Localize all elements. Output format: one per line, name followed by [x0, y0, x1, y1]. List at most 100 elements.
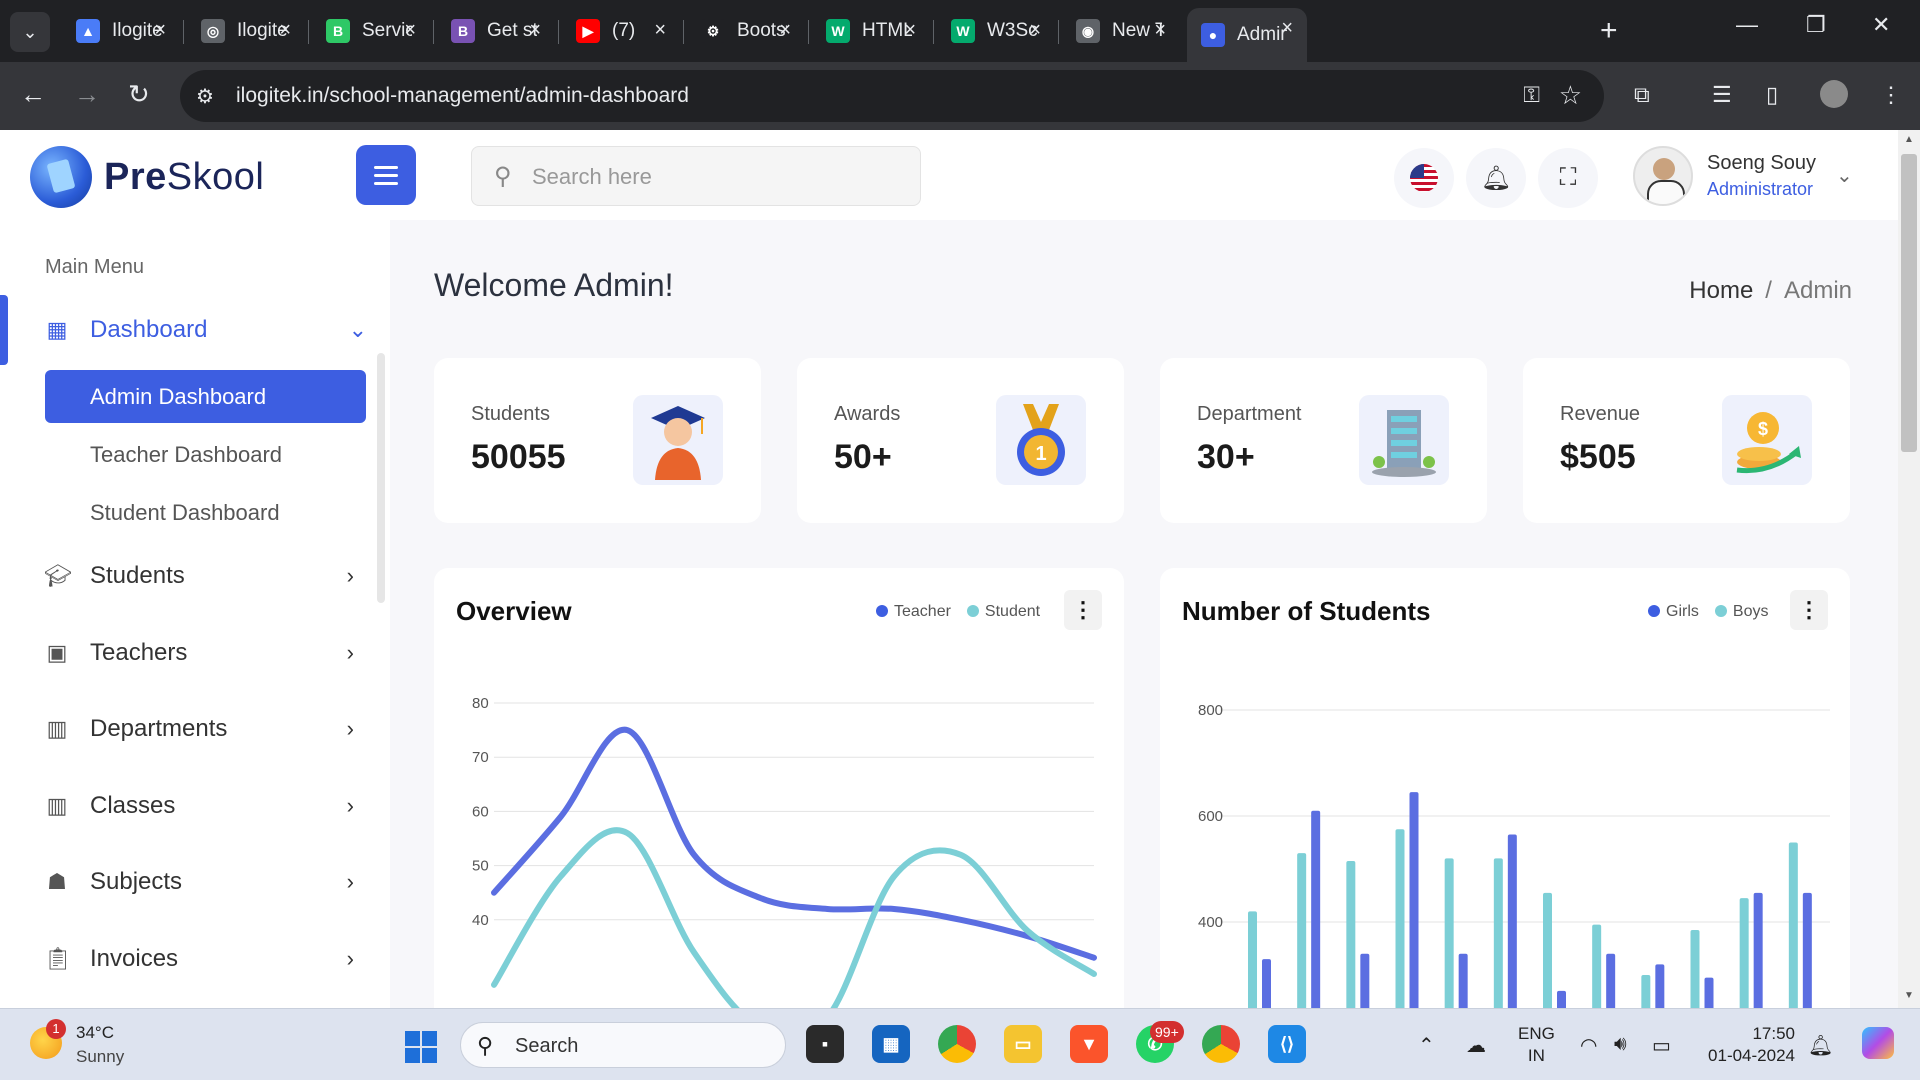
chevron-right-icon: ›: [346, 869, 354, 894]
browser-tab[interactable]: ▲Ilogitek×: [62, 10, 180, 52]
scroll-up-icon[interactable]: ▲: [1904, 134, 1914, 145]
y-tick-label: 40: [472, 912, 489, 929]
fullscreen-button[interactable]: ⛶: [1538, 148, 1598, 208]
search-box[interactable]: ⚲: [471, 146, 921, 206]
close-window-icon[interactable]: ✕: [1872, 12, 1890, 38]
tray-chevron-up-icon[interactable]: ⌃: [1418, 1033, 1435, 1058]
logo-text: PreSkool: [104, 155, 265, 198]
tray-app-icon[interactable]: ☁: [1466, 1033, 1486, 1058]
sidebar-toggle-button[interactable]: [356, 145, 416, 205]
taskbar-search[interactable]: ⚲ Search: [460, 1022, 786, 1068]
weather-condition[interactable]: Sunny: [76, 1047, 124, 1067]
tab-search-chevron-icon[interactable]: ⌄: [10, 12, 50, 52]
windows-start-icon[interactable]: [405, 1031, 437, 1063]
profile-chevron-down-icon[interactable]: ⌄: [1836, 163, 1853, 188]
sidebar-subitem-admin-dashboard[interactable]: Admin Dashboard: [45, 370, 366, 423]
sidebar-subitem-student-dashboard[interactable]: Student Dashboard: [45, 486, 366, 539]
sidebar-item-students[interactable]: 🎓︎ Students ›: [44, 556, 364, 596]
task-view-icon[interactable]: ▪: [806, 1025, 844, 1063]
site-settings-icon[interactable]: ⚙: [196, 84, 214, 109]
bookmark-star-icon[interactable]: ☆: [1559, 80, 1582, 111]
minimize-icon[interactable]: —: [1736, 12, 1758, 38]
tab-close-icon[interactable]: ×: [654, 19, 666, 42]
stat-card-awards: Awards 50+ 1: [797, 358, 1124, 523]
profile-avatar-icon[interactable]: [1820, 80, 1848, 108]
tab-close-icon[interactable]: ×: [154, 19, 166, 42]
side-panel-icon[interactable]: ▯: [1766, 82, 1778, 108]
tab-favicon-icon: ●: [1201, 23, 1225, 47]
y-tick-label: 50: [472, 858, 489, 875]
search-icon: ⚲: [494, 163, 512, 190]
sidebar-item-subjects[interactable]: ☗ Subjects ›: [44, 862, 364, 902]
tab-close-icon[interactable]: ×: [779, 19, 791, 42]
lang-2: IN: [1527, 1046, 1545, 1065]
svg-text:1: 1: [1035, 443, 1046, 465]
tab-close-icon[interactable]: ×: [1281, 17, 1293, 40]
new-tab-icon[interactable]: +: [1600, 14, 1618, 48]
browser-tab[interactable]: W HTML ×: [812, 10, 930, 52]
chevron-right-icon: ›: [346, 640, 354, 665]
sidebar-item-departments[interactable]: ▥ Departments ›: [44, 709, 364, 749]
volume-icon[interactable]: 🔊︎: [1614, 1033, 1627, 1056]
url-text[interactable]: ilogitek.in/school-management/admin-dash…: [236, 84, 689, 108]
browser-tab[interactable]: ⚙Bootstrap×: [687, 10, 805, 52]
tab-close-icon[interactable]: ×: [404, 19, 416, 42]
brave-icon[interactable]: ▼: [1070, 1025, 1108, 1063]
page-scrollbar[interactable]: ▲ ▼: [1898, 130, 1920, 1008]
scroll-down-icon[interactable]: ▼: [1904, 990, 1914, 1001]
tab-close-icon[interactable]: ×: [279, 19, 291, 42]
copilot-icon[interactable]: [1862, 1027, 1894, 1059]
sidebar-item-dashboard[interactable]: ▦ Dashboard ⌄: [44, 310, 367, 350]
battery-icon[interactable]: ▭: [1652, 1033, 1671, 1058]
weather-temp[interactable]: 34°C: [76, 1023, 114, 1043]
password-key-icon[interactable]: ⚿: [1523, 82, 1540, 108]
wifi-icon[interactable]: ◠: [1580, 1033, 1597, 1058]
sidebar-scrollbar[interactable]: [377, 353, 385, 603]
sidebar-item-invoices[interactable]: 📋︎ Invoices ›: [44, 939, 364, 979]
language-button[interactable]: [1394, 148, 1454, 208]
back-icon[interactable]: ←: [20, 79, 46, 110]
tab-close-icon[interactable]: ×: [904, 19, 916, 42]
tab-separator: [1058, 20, 1059, 44]
notifications-button[interactable]: 🔔︎: [1466, 148, 1526, 208]
forward-icon[interactable]: →: [74, 79, 100, 110]
breadcrumb-home[interactable]: Home: [1689, 277, 1753, 305]
breadcrumb: Home / Admin: [1689, 277, 1852, 305]
browser-tab[interactable]: ▶ (7) ×: [562, 10, 680, 52]
stat-label: Students: [471, 403, 550, 425]
clock[interactable]: 17:50 01-04-2024: [1700, 1023, 1795, 1067]
extensions-icon[interactable]: ⧉: [1634, 82, 1650, 108]
sidebar-item-label: Invoices: [90, 945, 179, 972]
browser-tab[interactable]: BGet started×: [437, 10, 555, 52]
tab-close-icon[interactable]: ×: [1029, 19, 1041, 42]
search-input[interactable]: [532, 159, 902, 195]
scrollbar-thumb[interactable]: [1901, 154, 1917, 452]
browser-menu-icon[interactable]: ⋮: [1880, 82, 1902, 108]
sidebar-subitem-teacher-dashboard[interactable]: Teacher Dashboard: [45, 428, 366, 481]
browser-tab[interactable]: WW3Schools×: [937, 10, 1055, 52]
restore-icon[interactable]: ❐: [1806, 12, 1826, 38]
chrome-icon[interactable]: [938, 1025, 976, 1063]
browser-tab[interactable]: ◉New Tab×: [1062, 10, 1180, 52]
user-profile[interactable]: Soeng Souy Administrator: [1633, 146, 1816, 206]
notification-bell-icon[interactable]: 🔔︎: [1808, 1033, 1833, 1058]
microsoft-store-icon[interactable]: ▦: [872, 1025, 910, 1063]
reload-icon[interactable]: ↻: [128, 79, 150, 110]
browser-tab[interactable]: BServices×: [312, 10, 430, 52]
logo[interactable]: PreSkool: [30, 146, 264, 208]
bar-boys: [1753, 892, 1763, 1008]
sidebar-item-teachers[interactable]: ▣ Teachers ›: [44, 633, 364, 673]
tab-close-icon[interactable]: ×: [1154, 19, 1166, 42]
tab-close-icon[interactable]: ×: [529, 19, 541, 42]
language-indicator[interactable]: ENG IN: [1518, 1023, 1555, 1067]
file-explorer-icon[interactable]: ▭: [1004, 1025, 1042, 1063]
user-role: Administrator: [1707, 179, 1814, 199]
reading-list-icon[interactable]: ☰: [1712, 82, 1732, 108]
sidebar-item-classes[interactable]: ▥ Classes ›: [44, 786, 364, 826]
browser-tab[interactable]: ● Admin ×: [1187, 8, 1307, 62]
y-tick-label: 600: [1198, 808, 1223, 825]
omnibox[interactable]: ⚙ ilogitek.in/school-management/admin-da…: [180, 70, 1604, 122]
vscode-icon[interactable]: ⟨⟩: [1268, 1025, 1306, 1063]
chrome-active-icon[interactable]: [1202, 1025, 1240, 1063]
browser-tab[interactable]: ◎Ilogitek×: [187, 10, 305, 52]
